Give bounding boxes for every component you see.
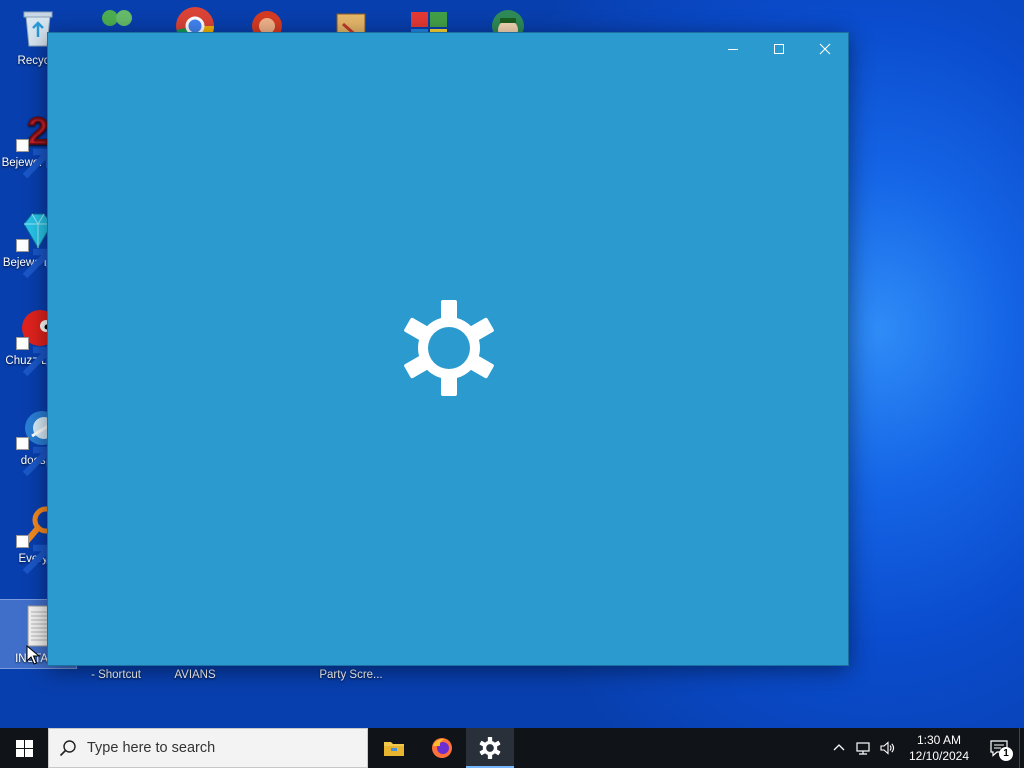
shortcut-arrow-icon	[16, 139, 53, 179]
clock-time: 1:30 AM	[916, 733, 962, 747]
windows-logo-icon	[15, 739, 33, 757]
start-button[interactable]	[0, 728, 48, 768]
desktop-icon-avians[interactable]: AVIANS	[157, 668, 233, 682]
shortcut-arrow-icon	[16, 239, 53, 279]
shortcut-arrow-icon	[16, 437, 53, 477]
maximize-button[interactable]	[756, 33, 802, 65]
network-button[interactable]	[851, 728, 875, 768]
chevron-up-icon	[833, 744, 845, 751]
clock-date: 12/10/2024	[908, 749, 970, 763]
search-icon	[59, 740, 76, 757]
shortcut-arrow-icon	[16, 535, 53, 575]
desktop-icon-party-screen[interactable]: Party Scre...	[313, 668, 389, 682]
notification-count-badge: 1	[999, 747, 1013, 761]
desktop-icon-label: AVIANS	[174, 669, 216, 681]
volume-icon	[880, 741, 895, 755]
desktop-icon-label: Party Scre...	[319, 669, 383, 681]
desktop-icon-label: - Shortcut	[91, 669, 141, 681]
desktop-icon-shortcut[interactable]: - Shortcut	[78, 668, 154, 682]
close-icon	[819, 43, 831, 55]
action-center-button[interactable]: 1	[979, 728, 1019, 768]
minimize-icon	[728, 49, 738, 50]
show-hidden-icons-button[interactable]	[827, 728, 851, 768]
show-desktop-button[interactable]	[1019, 728, 1024, 768]
taskbar-clock[interactable]: 1:30 AM 12/10/2024	[899, 732, 979, 764]
system-tray: 1:30 AM 12/10/2024 1	[827, 728, 1024, 768]
maximize-icon	[774, 44, 784, 54]
gear-icon	[404, 300, 494, 396]
volume-button[interactable]	[875, 728, 899, 768]
taskbar-firefox[interactable]	[418, 728, 466, 768]
taskbar: Type here to search 1:30 AM 12/10/2024 1	[0, 728, 1024, 768]
shortcut-arrow-icon	[16, 337, 53, 377]
taskbar-search-box[interactable]: Type here to search	[48, 728, 368, 768]
taskbar-file-explorer[interactable]	[370, 728, 418, 768]
settings-gear-icon	[479, 736, 501, 760]
search-placeholder: Type here to search	[87, 740, 216, 756]
network-icon	[856, 742, 870, 755]
firefox-icon	[432, 738, 452, 758]
mouse-cursor-icon	[26, 645, 40, 665]
settings-window	[47, 32, 849, 666]
minimize-button[interactable]	[710, 33, 756, 65]
taskbar-settings[interactable]	[466, 728, 514, 768]
file-explorer-icon	[384, 742, 404, 756]
window-controls	[710, 33, 848, 65]
close-button[interactable]	[802, 33, 848, 65]
